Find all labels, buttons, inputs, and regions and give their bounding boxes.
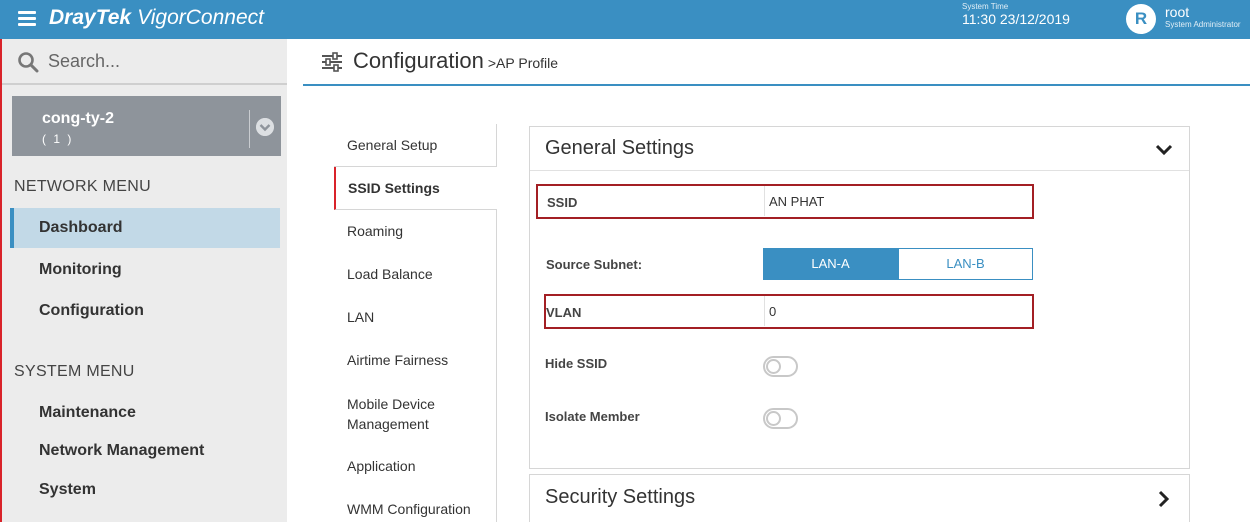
user-name: root: [1165, 4, 1190, 20]
toggle-knob: [766, 359, 781, 374]
site-count: ( 1 ): [42, 132, 74, 146]
user-role: System Administrator: [1165, 20, 1241, 29]
sidebar: cong-ty-2 ( 1 ) NETWORK MENU Dashboard M…: [0, 39, 287, 522]
system-time-label: System Time: [962, 2, 1009, 11]
search-icon[interactable]: [17, 51, 39, 73]
general-settings-title: General Settings: [545, 137, 694, 159]
tab-ssid-settings[interactable]: SSID Settings: [334, 167, 497, 210]
site-selector[interactable]: cong-ty-2 ( 1 ): [12, 96, 281, 156]
chevron-right-icon[interactable]: [1155, 490, 1173, 508]
user-info[interactable]: root System Administrator: [1165, 4, 1241, 29]
sidebar-item-configuration[interactable]: Configuration: [10, 291, 280, 331]
sidebar-item-maintenance[interactable]: Maintenance: [10, 393, 280, 433]
toggle-knob: [766, 411, 781, 426]
site-divider: [249, 110, 250, 148]
tab-general-setup[interactable]: General Setup: [334, 124, 497, 167]
vlan-label: VLAN: [546, 305, 582, 320]
ssid-input[interactable]: [764, 186, 1030, 216]
profile-tab-list: General Setup SSID Settings Roaming Load…: [334, 124, 497, 522]
subnet-option-lan-b[interactable]: LAN-B: [898, 248, 1033, 280]
sliders-icon: [322, 52, 342, 72]
sidebar-item-dashboard[interactable]: Dashboard: [10, 208, 280, 248]
breadcrumb[interactable]: >AP Profile: [488, 55, 558, 71]
search-input[interactable]: [48, 47, 273, 75]
security-settings-title: Security Settings: [545, 486, 696, 508]
ssid-label: SSID: [547, 195, 578, 210]
page-title: Configuration >AP Profile: [353, 48, 558, 74]
brand-main: DrayTek: [49, 6, 132, 29]
vlan-field: VLAN: [544, 294, 1034, 329]
hamburger-menu-icon[interactable]: [18, 11, 36, 27]
top-bar: DrayTek VigorConnect System Time 11:30 23…: [0, 0, 1250, 39]
hide-ssid-label: Hide SSID: [545, 356, 608, 371]
sidebar-item-network-management[interactable]: Network Management: [10, 431, 280, 471]
vlan-input[interactable]: [764, 296, 1030, 326]
tab-load-balance[interactable]: Load Balance: [334, 253, 497, 296]
isolate-member-label: Isolate Member: [545, 409, 640, 424]
general-settings-header[interactable]: General Settings: [530, 127, 1189, 171]
avatar[interactable]: R: [1126, 4, 1156, 34]
brand-logo: DrayTek VigorConnect: [49, 6, 264, 30]
chevron-down-icon[interactable]: [1155, 141, 1173, 159]
sidebar-item-monitoring[interactable]: Monitoring: [10, 250, 280, 290]
search-bar: [2, 39, 287, 85]
general-settings-panel: General Settings SSID Source Subnet: LAN…: [529, 126, 1190, 469]
page-header: Configuration >AP Profile: [303, 39, 1250, 86]
network-menu-heading: NETWORK MENU: [14, 178, 151, 195]
subnet-option-lan-a[interactable]: LAN-A: [763, 248, 898, 280]
tab-roaming[interactable]: Roaming: [334, 210, 497, 253]
chevron-down-icon[interactable]: [256, 118, 274, 136]
site-name: cong-ty-2: [42, 110, 114, 127]
sidebar-item-system[interactable]: System: [10, 470, 280, 510]
source-subnet-label: Source Subnet:: [546, 257, 643, 272]
tab-lan[interactable]: LAN: [334, 296, 497, 339]
system-menu-heading: SYSTEM MENU: [14, 363, 135, 380]
security-settings-panel: Security Settings: [529, 474, 1190, 522]
page-title-text: Configuration: [353, 48, 484, 73]
ssid-field: SSID: [536, 184, 1034, 219]
system-time: System Time 11:30 23/12/2019: [962, 2, 1070, 27]
tab-airtime-fairness[interactable]: Airtime Fairness: [334, 339, 497, 382]
security-settings-header[interactable]: Security Settings: [530, 475, 1189, 519]
tab-application[interactable]: Application: [334, 445, 497, 488]
isolate-member-toggle[interactable]: [763, 408, 798, 429]
hide-ssid-toggle[interactable]: [763, 356, 798, 377]
tab-wmm-configuration[interactable]: WMM Configuration: [334, 488, 497, 522]
system-time-value: 11:30 23/12/2019: [962, 11, 1070, 27]
tab-mobile-device-management[interactable]: Mobile Device Management: [334, 394, 464, 434]
brand-product: VigorConnect: [137, 6, 264, 29]
